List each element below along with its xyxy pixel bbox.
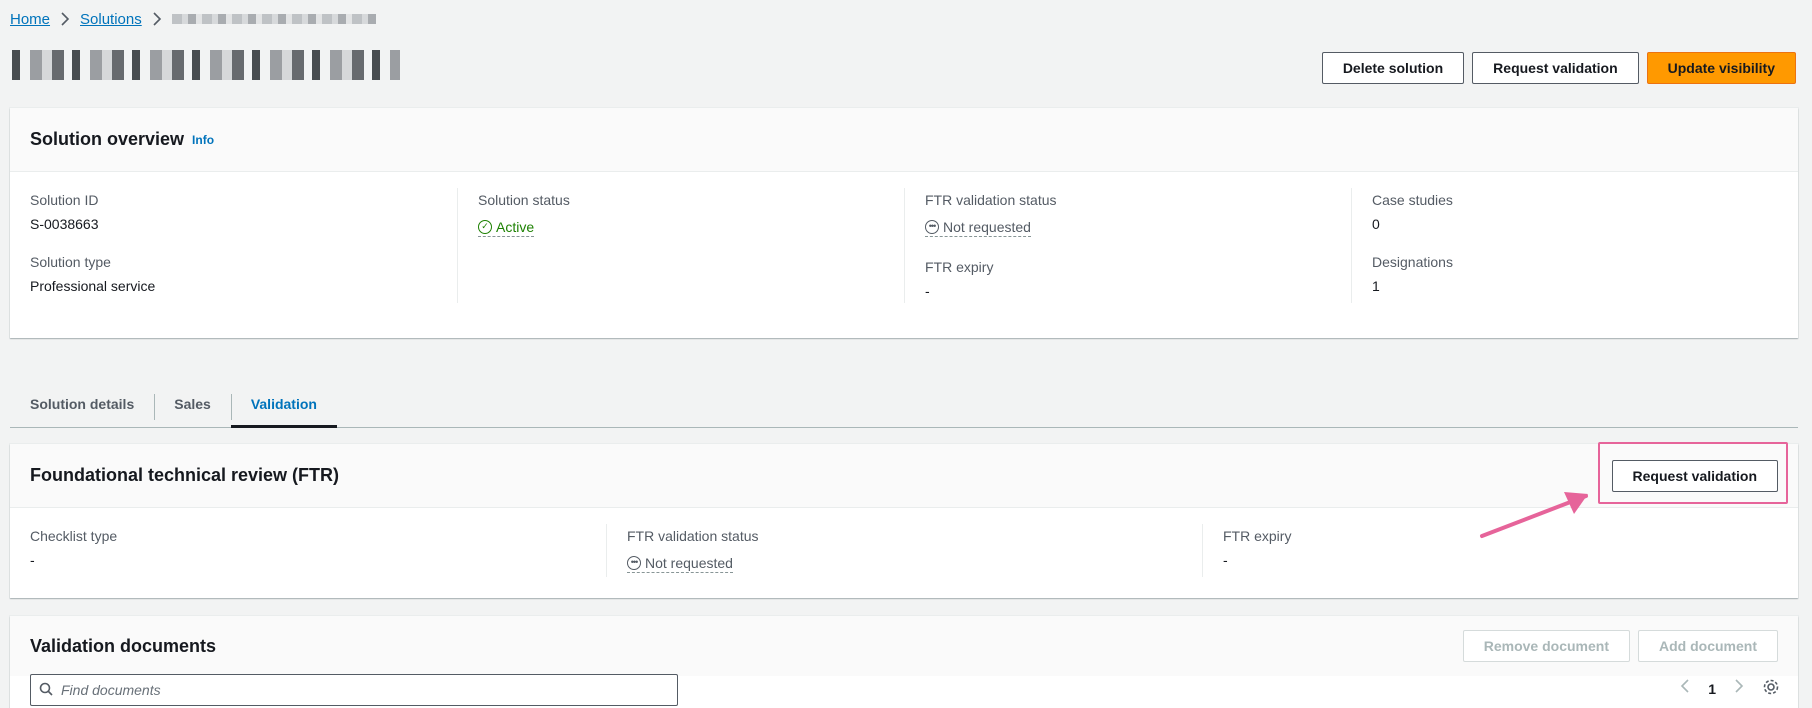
- search-icon: [39, 682, 53, 699]
- tab-solution-details[interactable]: Solution details: [10, 380, 154, 427]
- tab-sales[interactable]: Sales: [154, 380, 231, 427]
- documents-actions: Remove document Add document: [1462, 630, 1778, 662]
- pagination: 1: [1680, 678, 1780, 699]
- ellipsis-circle-icon: •••: [925, 219, 939, 234]
- validation-documents-header: Validation documents Remove document Add…: [10, 616, 1798, 676]
- solution-overview-panel: Solution overview Info Solution ID S-003…: [10, 108, 1798, 338]
- solution-overview-title: Solution overview: [30, 129, 185, 149]
- checklist-type-value: -: [30, 552, 35, 568]
- chevron-right-icon[interactable]: [1734, 679, 1744, 698]
- chevron-right-icon: [152, 12, 162, 26]
- ftr-panel: Foundational technical review (FTR) Requ…: [10, 444, 1798, 598]
- overview-col-1: Solution ID S-0038663 Solution type Prof…: [10, 188, 457, 303]
- ellipsis-circle-icon: •••: [627, 555, 641, 570]
- designations-value: 1: [1372, 278, 1380, 294]
- ftr-expiry-label-2: FTR expiry: [1223, 528, 1292, 544]
- header-actions: Delete solution Request validation Updat…: [1321, 52, 1796, 84]
- designations-label: Designations: [1372, 254, 1453, 270]
- solution-type-label: Solution type: [30, 254, 111, 270]
- search-input[interactable]: [61, 682, 669, 698]
- case-studies-value: 0: [1372, 216, 1380, 232]
- add-document-button[interactable]: Add document: [1638, 630, 1778, 662]
- ftr-status-label: FTR validation status: [925, 192, 1057, 208]
- ftr-validation-status-label: FTR validation status: [627, 528, 759, 544]
- solution-id-value: S-0038663: [30, 216, 99, 232]
- solution-status-value: Active: [496, 218, 535, 235]
- ftr-expiry-label: FTR expiry: [925, 258, 994, 275]
- overview-col-2: Solution status ✓ Active: [457, 188, 904, 303]
- ftr-status-badge[interactable]: ••• Not requested: [925, 219, 1031, 237]
- delete-solution-button[interactable]: Delete solution: [1321, 52, 1465, 84]
- chevron-right-icon: [60, 12, 70, 26]
- breadcrumb: Home Solutions: [10, 8, 376, 30]
- validation-documents-title: Validation documents: [30, 635, 217, 656]
- overview-col-3: FTR validation status ••• Not requested …: [904, 188, 1351, 303]
- checklist-type-label: Checklist type: [30, 528, 118, 544]
- breadcrumb-current-redacted: [171, 14, 376, 24]
- validation-documents-panel: Validation documents Remove document Add…: [10, 616, 1798, 708]
- ftr-expiry-value-2: -: [1223, 552, 1228, 568]
- ftr-expiry-value: -: [925, 282, 930, 299]
- overview-col-4: Case studies 0 Designations 1: [1351, 188, 1798, 303]
- ftr-col-2: FTR validation status ••• Not requested: [606, 524, 1202, 577]
- case-studies-label: Case studies: [1372, 192, 1453, 208]
- solution-overview-header: Solution overview Info: [10, 108, 1798, 172]
- tab-list: Solution details Sales Validation: [10, 380, 1798, 428]
- check-circle-icon: ✓: [478, 219, 492, 234]
- ftr-col-1: Checklist type -: [10, 524, 606, 577]
- chevron-left-icon[interactable]: [1680, 679, 1690, 698]
- breadcrumb-solutions-link[interactable]: Solutions: [80, 11, 142, 28]
- solution-status-badge[interactable]: ✓ Active: [478, 218, 535, 237]
- search-field[interactable]: [30, 674, 678, 706]
- page-number[interactable]: 1: [1708, 681, 1716, 697]
- solution-id-label: Solution ID: [30, 192, 99, 208]
- update-visibility-button[interactable]: Update visibility: [1646, 52, 1796, 84]
- gear-icon[interactable]: [1762, 678, 1780, 699]
- ftr-grid: Checklist type - FTR validation status •…: [10, 508, 1798, 597]
- solution-type-value: Professional service: [30, 278, 156, 294]
- tab-validation[interactable]: Validation: [230, 380, 338, 428]
- request-validation-button[interactable]: Request validation: [1611, 459, 1778, 492]
- ftr-title: Foundational technical review (FTR): [30, 465, 340, 485]
- solution-status-label: Solution status: [478, 192, 570, 208]
- ftr-validation-status-value: Not requested: [645, 554, 733, 571]
- page-title-redacted: [12, 50, 400, 80]
- ftr-header: Foundational technical review (FTR) Requ…: [10, 444, 1798, 508]
- ftr-validation-status-badge[interactable]: ••• Not requested: [627, 555, 733, 573]
- ftr-status-value: Not requested: [943, 218, 1031, 235]
- ftr-col-3: FTR expiry -: [1202, 524, 1798, 577]
- overview-grid: Solution ID S-0038663 Solution type Prof…: [10, 172, 1798, 323]
- info-link[interactable]: Info: [192, 133, 214, 147]
- remove-document-button[interactable]: Remove document: [1462, 630, 1630, 662]
- request-validation-header-button[interactable]: Request validation: [1472, 52, 1639, 84]
- breadcrumb-home-link[interactable]: Home: [10, 11, 50, 28]
